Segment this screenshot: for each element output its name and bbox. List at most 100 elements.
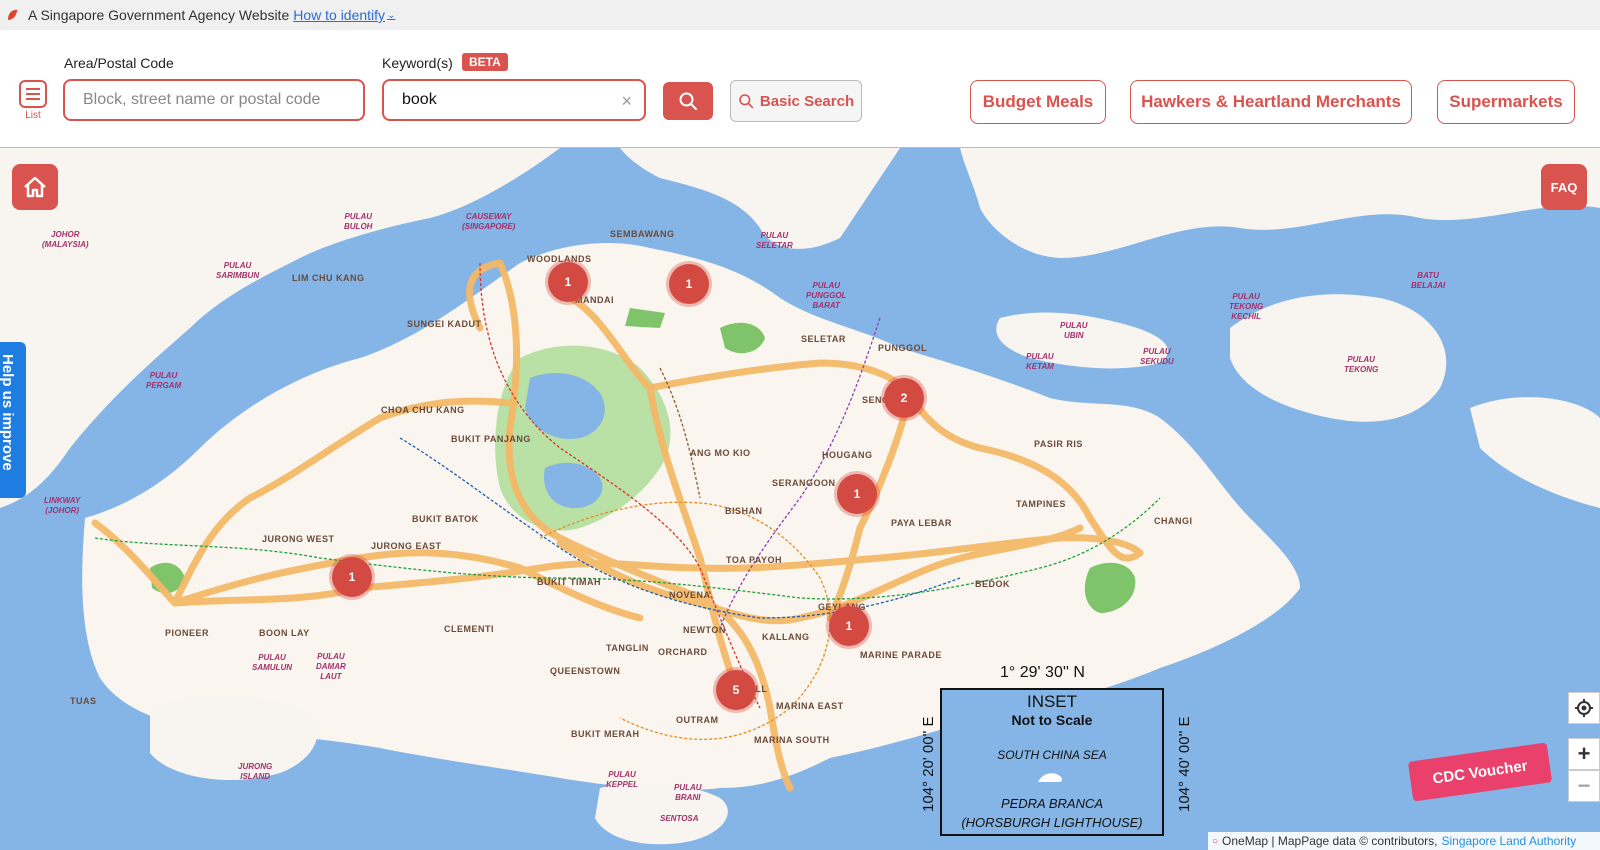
place-label: TANGLIN <box>606 643 649 653</box>
faq-button[interactable]: FAQ <box>1541 164 1587 210</box>
how-to-identify-link[interactable]: How to identify ⌄ <box>293 7 395 23</box>
home-button[interactable] <box>12 164 58 210</box>
help-us-improve-tab[interactable]: Help us improve <box>0 342 26 498</box>
keyword-field-label: Keyword(s) <box>382 55 453 71</box>
search-button[interactable] <box>663 82 713 120</box>
keyword-input[interactable] <box>402 91 626 109</box>
place-label: PAYA LEBAR <box>891 518 952 528</box>
island-label: PULAU SAMULUN <box>252 653 292 672</box>
place-label: PASIR RIS <box>1034 439 1083 449</box>
place-label: BUKIT TIMAH <box>537 577 601 587</box>
island-label: JOHOR (MALAYSIA) <box>42 230 89 249</box>
map-canvas[interactable]: WOODLANDS MANDAI SEMBAWANG LIM CHU KANG … <box>0 148 1600 850</box>
onemap-logo-icon: ○ <box>1212 835 1219 847</box>
result-cluster-marker[interactable]: 1 <box>829 606 869 646</box>
inset-subtitle: Not to Scale <box>1011 712 1093 728</box>
island-label: PULAU BRANI <box>674 783 702 802</box>
inset-box: INSET Not to Scale SOUTH CHINA SEA PEDRA… <box>940 688 1164 836</box>
place-label: BUKIT MERAH <box>571 729 640 739</box>
clear-keyword-icon[interactable]: × <box>621 91 632 112</box>
place-label: PIONEER <box>165 628 210 638</box>
inset-lat-label: 1° 29' 30'' N <box>1000 664 1085 681</box>
island-label: PULAU UBIN <box>1060 321 1088 340</box>
basic-search-button[interactable]: Basic Search <box>730 80 862 122</box>
chevron-down-icon: ⌄ <box>387 9 396 21</box>
zoom-out-button[interactable]: − <box>1568 770 1600 802</box>
help-tab-label: Help us improve <box>0 354 16 471</box>
place-label: BEDOK <box>975 579 1011 589</box>
search-icon <box>739 94 754 109</box>
island-label: JURONG ISLAND <box>238 762 273 781</box>
basic-search-label: Basic Search <box>759 92 855 110</box>
island-label: PULAU TEKONG KECHIL <box>1229 292 1264 321</box>
inset-left-lon-label: 104° 20' 00'' E <box>920 716 937 813</box>
place-label: BISHAN <box>725 506 763 516</box>
place-label: NOVENA <box>669 590 711 600</box>
place-label: KALLANG <box>762 632 810 642</box>
place-label: TOA PAYOH <box>726 555 783 565</box>
place-label: SELETAR <box>801 334 846 344</box>
place-label: LIM CHU KANG <box>292 273 365 283</box>
place-label: QUEENSTOWN <box>550 666 621 676</box>
inset-island-sub: (HORSBURGH LIGHTHOUSE) <box>961 815 1143 830</box>
result-cluster-marker[interactable]: 1 <box>669 264 709 304</box>
search-icon <box>679 92 697 110</box>
place-label: OUTRAM <box>676 715 719 725</box>
place-label: JURONG EAST <box>371 541 442 551</box>
place-label: MARINA EAST <box>776 701 844 711</box>
place-label: SERANGOON <box>772 478 836 488</box>
result-cluster-marker[interactable]: 1 <box>837 474 877 514</box>
result-cluster-marker[interactable]: 5 <box>716 670 756 710</box>
place-label: NEWTON <box>683 625 726 635</box>
category-budget-meals-button[interactable]: Budget Meals <box>970 80 1106 124</box>
place-label: MARINE PARADE <box>860 650 942 660</box>
island-label: PULAU DAMAR LAUT <box>316 652 346 681</box>
beta-badge: BETA <box>462 53 508 71</box>
result-cluster-marker[interactable]: 2 <box>884 378 924 418</box>
place-label: BOON LAY <box>259 628 310 638</box>
list-view-button[interactable]: List <box>18 80 48 124</box>
island-label: PULAU SARIMBUN <box>216 261 260 280</box>
place-label: TAMPINES <box>1016 499 1066 509</box>
place-label: MARINA SOUTH <box>754 735 830 745</box>
island-label: PULAU PUNGGOL BARAT <box>806 281 847 310</box>
place-label: SUNGEI KADUT <box>407 319 482 329</box>
list-label: List <box>25 110 41 121</box>
search-bar: List Area/Postal Code Keyword(s) BETA × … <box>0 30 1600 148</box>
island-label: PULAU SELETAR <box>756 231 793 250</box>
result-cluster-marker[interactable]: 1 <box>332 557 372 597</box>
place-label: WOODLANDS <box>527 254 592 264</box>
how-to-identify-label: How to identify <box>293 7 386 23</box>
place-label: BUKIT BATOK <box>412 514 479 524</box>
area-postal-input[interactable] <box>83 91 345 109</box>
island-label: PULAU KETAM <box>1026 352 1054 371</box>
locate-me-button[interactable] <box>1568 692 1600 724</box>
island-label: LINKWAY (JOHOR) <box>44 496 81 515</box>
place-label: CHANGI <box>1154 516 1193 526</box>
island-label: BATU BELAJAI <box>1411 271 1446 290</box>
zoom-in-button[interactable]: + <box>1568 738 1600 770</box>
island-label: CAUSEWAY (SINGAPORE) <box>462 212 516 231</box>
pedra-branca-island-icon <box>1038 773 1063 782</box>
sla-link[interactable]: Singapore Land Authority <box>1441 834 1576 848</box>
place-label: SEMBAWANG <box>610 229 675 239</box>
place-label: CHOA CHU KANG <box>381 405 465 415</box>
place-label: TUAS <box>70 696 97 706</box>
place-label: ORCHARD <box>658 647 708 657</box>
attribution-text: OneMap | MapPage data © contributors, <box>1222 834 1438 848</box>
island-label: PULAU SEKUDU <box>1140 347 1174 366</box>
list-icon <box>19 80 47 108</box>
inset-right-lon-label: 104° 40' 00'' E <box>1176 716 1193 813</box>
inset-title: INSET <box>1026 692 1078 711</box>
keyword-input-wrapper: × <box>382 79 646 121</box>
place-label: JURONG WEST <box>262 534 335 544</box>
island-label: SENTOSA <box>660 814 699 823</box>
island-label: PULAU BULOH <box>344 212 373 231</box>
category-supermarkets-button[interactable]: Supermarkets <box>1437 80 1575 124</box>
place-label: CLEMENTI <box>444 624 494 634</box>
masthead-text: A Singapore Government Agency Website <box>28 7 290 23</box>
category-hawkers-button[interactable]: Hawkers & Heartland Merchants <box>1130 80 1412 124</box>
home-icon <box>24 176 46 198</box>
place-label: PUNGGOL <box>878 343 928 353</box>
result-cluster-marker[interactable]: 1 <box>548 262 588 302</box>
